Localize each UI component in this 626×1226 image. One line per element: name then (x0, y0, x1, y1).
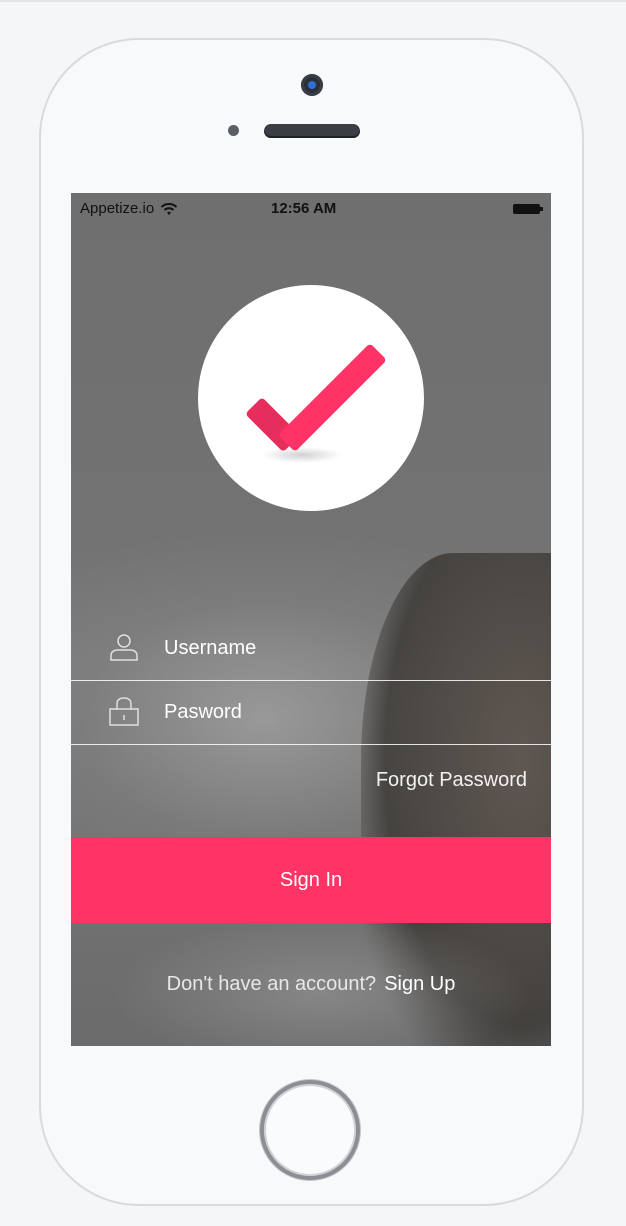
earpiece-speaker (264, 124, 360, 138)
password-row (71, 681, 551, 745)
user-icon (110, 634, 138, 661)
top-divider (0, 0, 626, 2)
home-button[interactable] (260, 1080, 360, 1180)
proximity-sensor (228, 125, 239, 136)
battery-icon (513, 204, 543, 214)
front-camera (301, 74, 323, 96)
status-bar: Appetize.io 12:56 AM (71, 193, 551, 223)
username-row (71, 617, 551, 681)
lock-icon (109, 697, 139, 726)
username-input[interactable] (164, 633, 524, 663)
signup-row: Don't have an account? Sign Up (71, 973, 551, 996)
app-logo (198, 285, 424, 511)
sign-up-link[interactable]: Sign Up (384, 973, 455, 995)
signup-prompt: Don't have an account? (166, 973, 377, 995)
page: Appetize.io 12:56 AM Username Forgot Pas… (0, 0, 626, 1226)
carrier-group: Appetize.io (80, 200, 178, 217)
sign-in-button[interactable]: Sign In (71, 837, 551, 923)
carrier-label: Appetize.io (80, 200, 155, 217)
checkmark-icon (246, 344, 386, 463)
password-input[interactable] (164, 697, 524, 727)
forgot-password-link[interactable]: Forgot Password (376, 769, 527, 792)
status-time: 12:56 AM (271, 200, 337, 217)
app-screen: Appetize.io 12:56 AM Username Forgot Pas… (71, 193, 551, 1046)
wifi-icon (161, 202, 178, 215)
